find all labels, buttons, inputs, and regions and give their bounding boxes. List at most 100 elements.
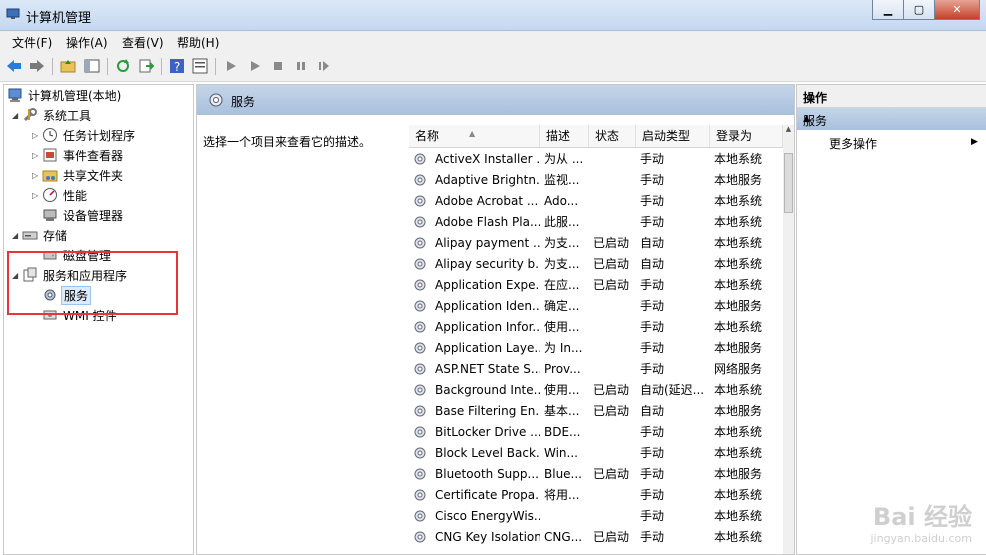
tree-event-viewer[interactable]: ▷ 事件查看器 [32,146,125,164]
service-startup-type: 手动 [640,152,665,166]
clock-icon [43,128,57,142]
refresh-icon[interactable] [114,57,132,75]
forward-icon[interactable] [28,57,46,75]
column-header-name[interactable]: ▲ 名称 [409,125,540,147]
tree-system-tools[interactable]: ◢ 系统工具 [12,106,93,124]
service-name: Base Filtering En... [435,404,540,418]
service-status: 已启动 [593,404,630,418]
tree-shared-folders[interactable]: ▷ 共享文件夹 [32,166,125,184]
service-gear-icon [414,384,426,396]
table-row[interactable]: Block Level Back... Win... 手动 本地系统 [409,443,783,464]
service-status [589,338,636,359]
table-row[interactable]: ActiveX Installer ... 为从 ... 手动 本地系统 [409,149,783,170]
expanded-arrow-icon[interactable]: ◢ [12,111,22,120]
back-icon[interactable] [5,57,23,75]
resume-icon[interactable] [315,57,333,75]
column-header-startup-type[interactable]: 启动类型 [636,125,710,147]
export-icon[interactable] [137,57,155,75]
computer-management-icon [6,8,20,19]
more-actions-item[interactable]: 更多操作 [829,135,877,152]
menu-view[interactable]: 查看(V) [122,34,164,51]
collapsed-arrow-icon[interactable]: ▷ [32,191,42,200]
table-row[interactable]: Alipay security b... 为支... 已启动 自动 本地系统 [409,254,783,275]
table-row[interactable]: CNG Key Isolation CNG... 已启动 手动 本地系统 [409,527,783,548]
service-startup-type: 手动 [640,278,665,292]
pause-icon[interactable] [292,57,310,75]
table-row[interactable]: Application Iden... 确定... 手动 本地服务 [409,296,783,317]
table-row[interactable]: Bluetooth Supp... Blue... 已启动 手动 本地服务 [409,464,783,485]
actions-header: 操作 [797,85,986,108]
collapsed-arrow-icon[interactable]: ▷ [32,171,42,180]
menu-file[interactable]: 文件(F) [12,34,52,51]
collapsed-arrow-icon[interactable]: ▷ [32,151,42,160]
service-logon-as: 本地系统 [714,194,763,208]
tree-performance[interactable]: ▷ 性能 [32,186,89,204]
actions-section-services[interactable]: 服务 ▲ [797,108,986,130]
service-status: 已启动 [593,257,630,271]
collapse-arrow-icon[interactable]: ▲ [803,114,979,124]
table-row[interactable]: ASP.NET State S... Prov... 手动 网络服务 [409,359,783,380]
column-header-logon-as[interactable]: 登录为 [710,125,783,147]
scroll-thumb[interactable] [784,153,793,213]
service-startup-type: 手动 [640,446,665,460]
close-button[interactable]: ✕ [935,0,980,20]
table-row[interactable]: Certificate Propa... 将用... 手动 本地系统 [409,485,783,506]
column-header-status[interactable]: 状态 [589,125,636,147]
service-description: 将用... [544,488,580,502]
service-name: BitLocker Drive ... [435,425,540,439]
service-description: 使用... [544,383,580,397]
up-folder-icon[interactable] [59,57,77,75]
service-logon-as: 本地系统 [714,446,763,460]
minimize-button[interactable]: ▁ [872,0,904,20]
service-description: 监视... [544,173,580,187]
service-description: 使用... [544,320,580,334]
service-name: Background Inte... [435,383,540,397]
table-row[interactable]: Application Expe... 在应... 已启动 手动 本地系统 [409,275,783,296]
properties-icon[interactable] [191,57,209,75]
event-viewer-icon [43,148,57,162]
service-description: 在应... [544,278,580,292]
menu-action[interactable]: 操作(A) [66,34,108,51]
service-name: Application Expe... [435,278,540,292]
table-row[interactable]: Adobe Flash Pla... 此服... 手动 本地系统 [409,212,783,233]
service-name: Bluetooth Supp... [435,467,539,481]
table-row[interactable]: Base Filtering En... 基本... 已启动 自动 本地服务 [409,401,783,422]
expanded-arrow-icon[interactable]: ◢ [12,231,22,240]
stop-icon[interactable] [269,57,287,75]
service-startup-type: 手动 [640,509,665,523]
service-startup-type: 手动 [640,215,665,229]
service-name: Alipay security b... [435,257,540,271]
play-icon[interactable] [222,57,240,75]
service-gear-icon [414,363,426,375]
service-description: 基本... [544,404,580,418]
table-row[interactable]: Adobe Acrobat ... Ado... 手动 本地系统 [409,191,783,212]
tools-icon [23,108,37,122]
table-row[interactable]: Application Laye... 为 In... 手动 本地服务 [409,338,783,359]
menu-help[interactable]: 帮助(H) [177,34,219,51]
column-header-description[interactable]: 描述 [540,125,589,147]
table-row[interactable]: Alipay payment ... 为支... 已启动 自动 本地系统 [409,233,783,254]
table-row[interactable]: Background Inte... 使用... 已启动 自动(延迟... 本地系统 [409,380,783,401]
table-row[interactable]: BitLocker Drive ... BDE... 手动 本地系统 [409,422,783,443]
scroll-up-icon[interactable]: ▲ [783,125,794,139]
vertical-scrollbar[interactable]: ▲ [783,125,794,554]
collapsed-arrow-icon[interactable]: ▷ [32,131,42,140]
table-row[interactable]: Application Infor... 使用... 手动 本地系统 [409,317,783,338]
performance-icon [43,188,57,202]
tree-device-manager[interactable]: 设备管理器 [42,206,125,224]
tree-storage[interactable]: ◢ 存储 [12,226,69,244]
tree-task-scheduler[interactable]: ▷ 任务计划程序 [32,126,137,144]
service-logon-as: 本地系统 [714,215,763,229]
table-row[interactable]: Adaptive Brightn... 监视... 手动 本地服务 [409,170,783,191]
service-gear-icon [414,300,426,312]
show-hide-tree-icon[interactable] [83,57,101,75]
table-row[interactable]: Cisco EnergyWis... 手动 本地系统 [409,506,783,527]
play-alt-icon[interactable] [246,57,264,75]
tree-root[interactable]: 计算机管理(本地) [7,86,123,104]
highlight-box [7,251,178,315]
maximize-button[interactable]: ▢ [904,0,935,20]
service-description: CNG... [544,530,583,544]
service-status: 已启动 [593,278,630,292]
service-logon-as: 本地系统 [714,236,763,250]
help-icon[interactable]: ? [168,57,186,75]
